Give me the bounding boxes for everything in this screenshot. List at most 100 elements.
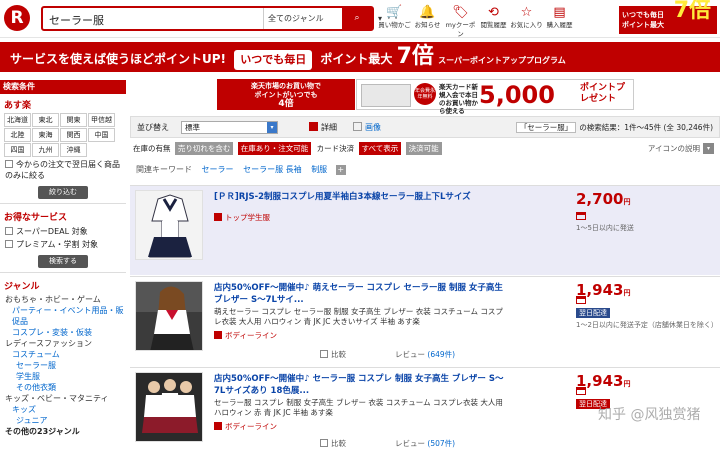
uniform-icon [148,194,192,258]
nav-label: 購入履歴 [546,21,573,29]
plus-icon[interactable]: + [335,165,346,175]
campaign-present: ポイントプレゼント [580,83,626,104]
region-koshinetsu[interactable]: 甲信越 [88,113,115,127]
genre-item[interactable]: パーティー・イベント用品・販促品 [0,305,126,327]
genre-item[interactable]: コスチューム [0,349,126,360]
shop-link[interactable]: トップ学生服 [214,212,270,223]
genre-item[interactable]: 学生服 [0,371,126,382]
region-chugoku[interactable]: 中国 [88,128,115,142]
checkbox-icon[interactable] [5,240,13,248]
region-kanto[interactable]: 関東 [60,113,87,127]
nav-label: お知らせ [414,21,441,29]
rakuten-logo[interactable]: R [4,5,30,31]
premium-checkbox[interactable]: プレミアム・学割 対象 [0,238,126,251]
checkbox-icon[interactable] [320,350,328,358]
review-link[interactable]: レビュー (649件) [395,349,455,360]
promo-num: 7倍 [396,44,434,69]
product-title[interactable]: 店内50%OFF〜開催中♪ 萌えセーラー コスプレ セーラー服 制服 女子高生 … [214,282,504,306]
nav-purchase[interactable]: ▤ 購入履歴 [543,4,576,39]
search-input[interactable]: セーラー服 [49,12,104,28]
region-kansai[interactable]: 関西 [60,128,87,142]
shop-icon [214,331,222,339]
card-campaign-banner[interactable]: 年会費永年無料 楽天カード新規入会で本日のお買い物から使える 5,000 ポイン… [356,79,634,115]
region-kyushu[interactable]: 九州 [32,143,59,157]
chevron-down-icon[interactable]: ▾ [703,143,714,154]
icon-help-link[interactable]: アイコンの説明 [648,142,700,155]
narrow-button[interactable]: 絞り込む [38,186,88,199]
checkbox-icon[interactable] [5,160,13,168]
region-shikoku[interactable]: 四国 [4,143,31,157]
filter-include-sold[interactable]: 売り切れを含む [174,142,234,155]
service-title: お得なサービス [4,213,68,223]
next-day-checkbox[interactable]: 今からの注文で翌日届く商品のみに絞る [0,158,126,182]
view-image[interactable]: 画像 [353,122,381,133]
compare-checkbox[interactable]: 比較 [320,349,346,360]
points-4x-banner[interactable]: 楽天市場のお買い物で ポイントがいつでも 4倍 [217,79,355,110]
genre-item[interactable]: コスプレ・変装・仮装 [0,327,126,338]
nav-notice[interactable]: 🔔 お知らせ [411,4,444,39]
checkbox-icon[interactable] [320,439,328,447]
shop-name: ボディーライン [225,422,277,431]
view-image-label: 画像 [365,123,381,132]
keyword-link[interactable]: セーラー [202,165,234,174]
region-okinawa[interactable]: 沖縄 [60,143,87,157]
deal-checkbox[interactable]: スーパーDEAL 対象 [0,225,126,238]
promo-banner[interactable]: サービスを使えば使うほどポイントUP! いつでも毎日 ポイント最大 7倍 スーパ… [0,42,720,72]
keyword-link[interactable]: 制服 [311,165,327,174]
nav-label: お気に入り [510,21,543,29]
genre-item[interactable]: セーラー服 [0,360,126,371]
product-title[interactable]: 店内50%OFF〜開催中♪ セーラー服 コスプレ 制服 女子高生 ブレザー S〜… [214,373,504,397]
sort-select[interactable]: 標準 ▾ [181,121,278,134]
region-tokai[interactable]: 東海 [32,128,59,142]
bell-icon: 🔔 [419,5,436,20]
search-bar[interactable]: セーラー服 全てのジャンル ⌕ [41,6,382,31]
compare-checkbox[interactable]: 比較 [320,438,346,449]
card-icon [576,212,586,220]
genre-item[interactable]: キッズ・ベビー・マタニティ [0,393,126,404]
sort-label: 並び替え [137,123,169,132]
price-unit: 円 [623,198,631,206]
review-link[interactable]: レビュー (507件) [395,438,455,449]
sort-value: 標準 [185,123,200,132]
region-tohoku[interactable]: 東北 [32,113,59,127]
checkbox-icon[interactable] [5,227,13,235]
view-detail[interactable]: 詳細 [309,122,337,133]
point-badge[interactable]: いつでも毎日 ポイント最大 7倍 [619,0,717,34]
product-image[interactable] [135,372,203,442]
sidebar-search-button[interactable]: 検索する [38,255,88,268]
genre-title: ジャンル [4,282,40,292]
genre-item[interactable]: その他衣類 [0,382,126,393]
keyword-link[interactable]: セーラー服 長袖 [243,165,302,174]
header: R セーラー服 全てのジャンル ⌕ 🛒買い物かご 🔔お知らせ 🏷myクーポン ⟲… [0,0,720,38]
genre-item[interactable]: ジュニア [0,415,126,426]
shop-link[interactable]: ボディーライン [214,330,277,341]
next-day-label: 今からの注文で翌日届く商品のみに絞る [5,160,120,180]
view-detail-label: 詳細 [321,123,337,132]
product-image[interactable] [135,281,203,351]
filter-card-ok[interactable]: 決済可能 [405,142,442,155]
card-icon [576,296,586,304]
genre-item[interactable]: キッズ [0,404,126,415]
review-label: レビュー [395,350,425,359]
badge-big: 7倍 [673,0,711,23]
genre-list: おもちゃ・ホビー・ゲーム パーティー・イベント用品・販促品 コスプレ・変装・仮装 レデ… [0,294,126,437]
region-hokkaido[interactable]: 北海道 [4,113,31,127]
filter-all[interactable]: すべて表示 [358,142,402,155]
genre-item[interactable]: おもちゃ・ホビー・ゲーム [0,294,126,305]
product-price: 2,700円 [576,190,630,208]
nav-label: 閲覧履歴 [480,21,507,29]
genre-item[interactable]: レディースファッション [0,338,126,349]
genre-item[interactable]: その他の23ジャンル [0,426,126,437]
filter-in-stock[interactable]: 在庫あり・注文可能 [237,142,312,155]
product-image[interactable] [135,190,203,260]
shop-link[interactable]: ボディーライン [214,421,277,432]
product-title[interactable]: [ＰＲ]RJS-2制服コスプレ用夏半袖白3本線セーラー服上下Lサイズ [214,191,504,203]
nav-history[interactable]: ⟲ 閲覧履歴 [477,4,510,39]
search-button[interactable]: ⌕ [342,8,372,29]
nav-coupon[interactable]: 🏷 myクーポン [444,4,477,39]
nav-cart[interactable]: 🛒 買い物かご [378,4,411,39]
result-count: 「セーラー服」 の検索結果：1件〜45件 (全 30,246件) [515,122,713,133]
shipping-info: 1〜5日以内に発送 [576,224,634,232]
region-hokuriku[interactable]: 北陸 [4,128,31,142]
nav-favorite[interactable]: ☆ お気に入り [510,4,543,39]
